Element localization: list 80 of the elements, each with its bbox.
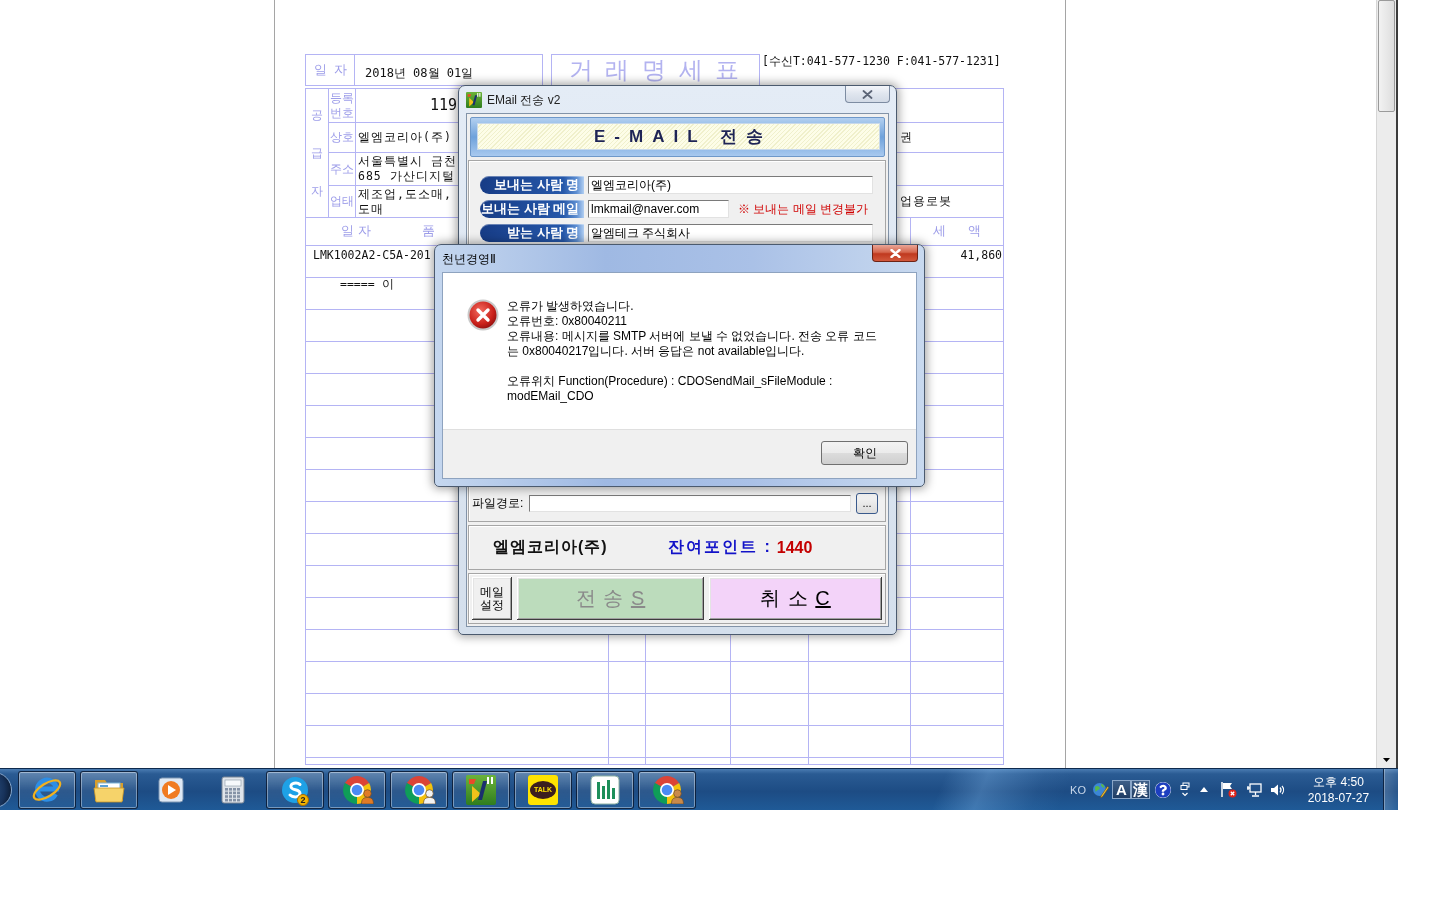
supplier-value: 권 xyxy=(900,130,913,145)
close-icon xyxy=(862,89,873,99)
error-icon xyxy=(467,299,499,331)
supplier-value: 685 가산디지털 xyxy=(358,169,455,184)
close-icon xyxy=(889,248,901,258)
speaker-icon[interactable] xyxy=(1270,782,1285,797)
date-label: 일자 xyxy=(306,55,355,85)
logo-tile-icon xyxy=(466,92,482,108)
text-field[interactable]: 엘엠코리아(주) xyxy=(588,176,873,194)
file-path-field[interactable] xyxy=(529,494,851,512)
note-text: ===== 이 xyxy=(340,277,394,291)
scrollbar-track[interactable] xyxy=(1376,0,1398,768)
close-button[interactable] xyxy=(872,245,918,262)
column-header: 품 xyxy=(422,223,435,240)
error-message: 오류위치 Function(Procedure) : CDOSendMail_sFileModule : modEMail_CDO xyxy=(507,374,834,404)
item-text: LMK1002A2-C5A-201 xyxy=(313,248,431,262)
error-message: 오류번호: 0x80040211 xyxy=(507,314,628,329)
ime-mode-button[interactable]: 漢 xyxy=(1131,780,1150,799)
column-header: 세 액 xyxy=(932,223,990,240)
help-icon[interactable] xyxy=(1155,781,1171,798)
taskbar-button[interactable] xyxy=(18,770,76,809)
supplier-value: 도매 xyxy=(358,201,384,217)
down-arrow-icon xyxy=(1383,757,1390,762)
taskbar-button[interactable] xyxy=(80,770,138,809)
taskbar-button[interactable] xyxy=(328,770,386,809)
start-orb-icon[interactable] xyxy=(0,771,12,808)
taskbar-button[interactable] xyxy=(638,770,696,809)
language-indicator[interactable]: KO xyxy=(1070,783,1086,796)
cancel-button[interactable]: 취 소 C xyxy=(709,577,882,620)
up-triangle-icon[interactable] xyxy=(1200,787,1208,792)
s-logo-icon[interactable] xyxy=(280,774,310,805)
ok-button[interactable]: 확인 xyxy=(821,441,908,465)
play-icon[interactable] xyxy=(156,774,186,805)
window-pair-icon[interactable] xyxy=(1180,781,1190,798)
logo-tile-icon[interactable] xyxy=(466,774,496,805)
supplier-value: 119 xyxy=(430,98,458,113)
taskbar-button[interactable]: 2 xyxy=(266,770,324,809)
points-value: 1440 xyxy=(776,538,813,557)
supplier-value: 제조업,도소매, xyxy=(358,186,452,202)
supplier-value: 서울특별시 금천 xyxy=(358,154,457,169)
window-title: 천년경영Ⅱ xyxy=(442,252,496,266)
text-field[interactable]: 알엠테크 주식회사 xyxy=(588,224,873,242)
points-label: 잔여포인트 : xyxy=(668,537,772,557)
scrollbar-thumb[interactable] xyxy=(1378,0,1395,112)
tax-amount: 41,860 xyxy=(960,248,1002,262)
taskbar-button[interactable] xyxy=(452,770,510,809)
window-title: EMail 전송 v2 xyxy=(487,93,561,107)
supplier-value: 엘엠코리아(주) xyxy=(358,130,452,145)
ime-mode-button[interactable]: A xyxy=(1112,780,1131,799)
clock[interactable]: 오후 4:50 2018-07-27 xyxy=(1299,773,1378,806)
company-name: 엘엠코리아(주) xyxy=(493,537,609,557)
section-label: 공급자 xyxy=(311,107,323,200)
calculator-icon[interactable] xyxy=(221,775,245,804)
row-label: 상호 xyxy=(329,130,355,145)
row-label: 업태 xyxy=(329,194,355,209)
network-icon[interactable] xyxy=(1246,781,1262,798)
flag-error-icon[interactable] xyxy=(1220,781,1237,798)
settings-button[interactable]: 메일 설정 xyxy=(472,577,512,620)
contact-numbers: [수신T:041-577-1230 F:041-577-1231] xyxy=(762,54,1001,68)
bar-chart-icon[interactable] xyxy=(590,774,620,805)
taskbar-button[interactable] xyxy=(390,770,448,809)
browse-button[interactable]: ... xyxy=(856,492,878,514)
warning-note: ※ 보내는 메일 변경불가 xyxy=(738,200,868,218)
supplier-value: 업용로봇 xyxy=(900,194,952,209)
taskbar-button[interactable] xyxy=(576,770,634,809)
globe-pencil-icon[interactable] xyxy=(1092,781,1109,798)
show-desktop-button[interactable] xyxy=(1383,768,1398,810)
row-label: 등록번호 xyxy=(329,90,355,121)
field-label: 받는 사람 명 xyxy=(480,224,584,242)
error-message: 오류가 발생하였습니다. xyxy=(507,299,635,314)
column-header: 일자 xyxy=(340,223,375,240)
close-button[interactable] xyxy=(845,86,890,103)
error-message: 오류내용: 메시지를 SMTP 서버에 보낼 수 없었습니다. 전송 오류 코드는 0x80040217입니다. 서버 응답은 not available입니다. xyxy=(507,329,878,359)
field-label: 보내는 사람 메일 xyxy=(480,200,584,218)
field-label: 보내는 사람 명 xyxy=(480,176,584,194)
field-label: 파일경로: xyxy=(472,494,525,512)
row-label: 주소 xyxy=(329,161,355,177)
date-value: 2018년 08월 01일 xyxy=(364,65,475,82)
text-field[interactable]: lmkmail@naver.com xyxy=(588,200,729,218)
banner-title: E-MAIL 전송 xyxy=(477,123,880,150)
